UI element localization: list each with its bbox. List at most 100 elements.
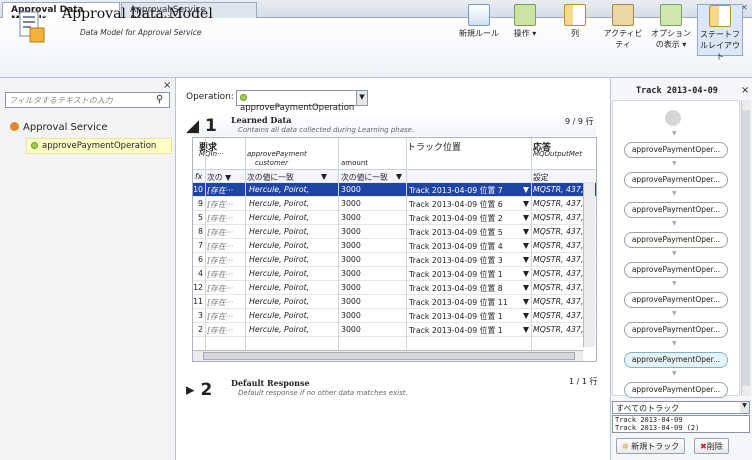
cell-resp[interactable]: MQSTR, 437, ·	[533, 241, 588, 250]
cell-mq[interactable]: [存在···	[207, 241, 233, 252]
cell-track[interactable]: Track 2013-04-09 位置 4	[409, 241, 503, 252]
grid-vertical-scrollbar[interactable]	[583, 183, 595, 347]
cell-amt[interactable]: 3000	[341, 311, 361, 320]
table-row[interactable]: 4 [存在··· Hercule, Poirot, 3000 Track 2013-04…	[193, 267, 596, 281]
scrollbar-thumb[interactable]	[742, 110, 750, 386]
cell-id[interactable]: 2	[193, 325, 203, 334]
table-row[interactable]: 6 [存在··· Hercule, Poirot, 3000 Track 2013-04…	[193, 253, 596, 267]
chevron-down-icon[interactable]: ▼	[523, 311, 529, 320]
track-list[interactable]: Track 2013-04-09 Track 2013-04-09 (2)	[612, 415, 750, 433]
cell-id[interactable]: 11	[193, 297, 203, 306]
track-node[interactable]: approvePaymentOper...	[624, 262, 728, 278]
cell-track[interactable]: Track 2013-04-09 位置 2	[409, 213, 503, 224]
cell-amt[interactable]: 3000	[341, 325, 361, 334]
chevron-down-icon[interactable]: ▼	[523, 255, 529, 264]
track-node[interactable]: approvePaymentOper...	[624, 292, 728, 308]
cell-track[interactable]: Track 2013-04-09 位置 1	[409, 325, 503, 336]
cell-id[interactable]: 4	[193, 269, 203, 278]
chevron-down-icon[interactable]: ▼	[523, 325, 529, 334]
close-icon[interactable]: ×	[163, 80, 171, 91]
activity-button[interactable]: アクティビティ	[600, 4, 646, 50]
cell-cust[interactable]: Hercule, Poirot,	[249, 283, 309, 292]
close-icon[interactable]: ×	[741, 85, 749, 96]
table-row[interactable]: 10 [存在··· Hercule, Poirot, 3000 Track 2013-0…	[193, 183, 596, 197]
track-node[interactable]: approvePaymentOper...	[624, 202, 728, 218]
cell-amt[interactable]: 3000	[341, 213, 361, 222]
column-header-track[interactable]: トラック位置	[407, 140, 461, 153]
cell-resp[interactable]: MQSTR, 437, ·	[533, 297, 588, 306]
cell-mq[interactable]: [存在···	[207, 199, 233, 210]
cell-track[interactable]: Track 2013-04-09 位置 6	[409, 199, 503, 210]
table-row[interactable]: 2 [存在··· Hercule, Poirot, 3000 Track 2013-04…	[193, 323, 596, 337]
cell-mq[interactable]: [存在···	[207, 213, 233, 224]
table-row[interactable]: 9 [存在··· Hercule, Poirot, 3000 Track 2013-04…	[193, 197, 596, 211]
column-header-amount[interactable]: amount	[341, 159, 368, 167]
chevron-down-icon[interactable]: ▼	[321, 172, 327, 181]
table-row[interactable]: 3 [存在··· Hercule, Poirot, 3000 Track 2013-04…	[193, 309, 596, 323]
chevron-down-icon[interactable]: ▼	[356, 91, 367, 105]
tree-item-operation[interactable]: approvePaymentOperation	[26, 138, 172, 154]
search-icon[interactable]: ⚲	[156, 94, 163, 105]
table-row[interactable]: 8 [存在··· Hercule, Poirot, 3000 Track 2013-04…	[193, 225, 596, 239]
cell-resp[interactable]: MQSTR, 437, ·	[533, 311, 588, 320]
cell-amt[interactable]: 3000	[341, 283, 361, 292]
cell-cust[interactable]: Hercule, Poirot,	[249, 325, 309, 334]
cell-cust[interactable]: Hercule, Poirot,	[249, 185, 309, 194]
scrollbar-thumb[interactable]	[203, 352, 575, 360]
track-node[interactable]: approvePaymentOper...	[624, 352, 728, 368]
cell-resp[interactable]: MQSTR, 437, ·	[533, 227, 588, 236]
cell-resp[interactable]: MQSTR, 437, ·	[533, 283, 588, 292]
table-row[interactable]: 5 [存在··· Hercule, Poirot, 3000 Track 2013-04…	[193, 211, 596, 225]
track-node[interactable]: approvePaymentOper...	[624, 232, 728, 248]
cell-mq[interactable]: [存在···	[207, 255, 233, 266]
cell-amt[interactable]: 3000	[341, 185, 361, 194]
track-select[interactable]: すべてのトラック	[612, 401, 750, 414]
column-header-mqin[interactable]: MQIn···	[199, 150, 224, 158]
cell-track[interactable]: Track 2013-04-09 位置 11	[409, 297, 508, 308]
chevron-down-icon[interactable]: ▼	[523, 227, 529, 236]
chevron-down-icon[interactable]: ▼	[396, 172, 402, 181]
cell-mq[interactable]: [存在···	[207, 227, 233, 238]
operation-select[interactable]: approvePaymentOperation	[236, 90, 368, 113]
chevron-down-icon[interactable]: ▼	[523, 213, 529, 222]
track-node[interactable]: approvePaymentOper...	[624, 172, 728, 188]
column-header-customer[interactable]: customer	[255, 159, 288, 167]
filter-select-mqin[interactable]: 次の ▼	[207, 172, 231, 183]
options-view-button[interactable]: オプションの表示 ▾	[648, 4, 694, 50]
cell-resp[interactable]: MQSTR, 437, ·	[533, 325, 588, 334]
track-node[interactable]: approvePaymentOper...	[624, 382, 728, 398]
cell-mq[interactable]: [存在···	[207, 269, 233, 280]
cell-track[interactable]: Track 2013-04-09 位置 7	[409, 185, 503, 196]
cell-amt[interactable]: 3000	[341, 269, 361, 278]
cell-amt[interactable]: 3000	[341, 241, 361, 250]
chevron-down-icon[interactable]: ▼	[523, 199, 529, 208]
cell-cust[interactable]: Hercule, Poirot,	[249, 227, 309, 236]
cell-cust[interactable]: Hercule, Poirot,	[249, 199, 309, 208]
cell-id[interactable]: 12	[193, 283, 203, 292]
column-header-mqoutput[interactable]: MQOutputMet	[533, 150, 582, 158]
cell-amt[interactable]: 3000	[341, 227, 361, 236]
cell-amt[interactable]: 3000	[341, 297, 361, 306]
cell-amt[interactable]: 3000	[341, 199, 361, 208]
chevron-down-icon[interactable]: ▼	[523, 269, 529, 278]
filter-setting[interactable]: 設定	[533, 172, 549, 183]
cell-cust[interactable]: Hercule, Poirot,	[249, 297, 309, 306]
cell-track[interactable]: Track 2013-04-09 位置 8	[409, 283, 503, 294]
tree-item-service[interactable]: Approval Service	[10, 122, 108, 133]
cell-mq[interactable]: [存在···	[207, 325, 233, 336]
table-row[interactable]: 12 [存在··· Hercule, Poirot, 3000 Track 2013-0…	[193, 281, 596, 295]
cell-id[interactable]: 6	[193, 255, 203, 264]
section-number[interactable]: ◢ 1	[186, 116, 217, 136]
cell-id[interactable]: 5	[193, 213, 203, 222]
cell-track[interactable]: Track 2013-04-09 位置 5	[409, 227, 503, 238]
cell-amt[interactable]: 3000	[341, 255, 361, 264]
table-row[interactable]: 7 [存在··· Hercule, Poirot, 3000 Track 2013-04…	[193, 239, 596, 253]
cell-resp[interactable]: MQSTR, 437, ·	[533, 213, 588, 222]
cell-track[interactable]: Track 2013-04-09 位置 3	[409, 255, 503, 266]
cell-cust[interactable]: Hercule, Poirot,	[249, 213, 309, 222]
delete-button[interactable]: ✖削除	[694, 438, 729, 454]
cell-cust[interactable]: Hercule, Poirot,	[249, 269, 309, 278]
chevron-down-icon[interactable]: ▼	[523, 297, 529, 306]
chevron-down-icon[interactable]: ▼	[523, 241, 529, 250]
track-list-item[interactable]: Track 2013-04-09 (2)	[613, 424, 749, 432]
